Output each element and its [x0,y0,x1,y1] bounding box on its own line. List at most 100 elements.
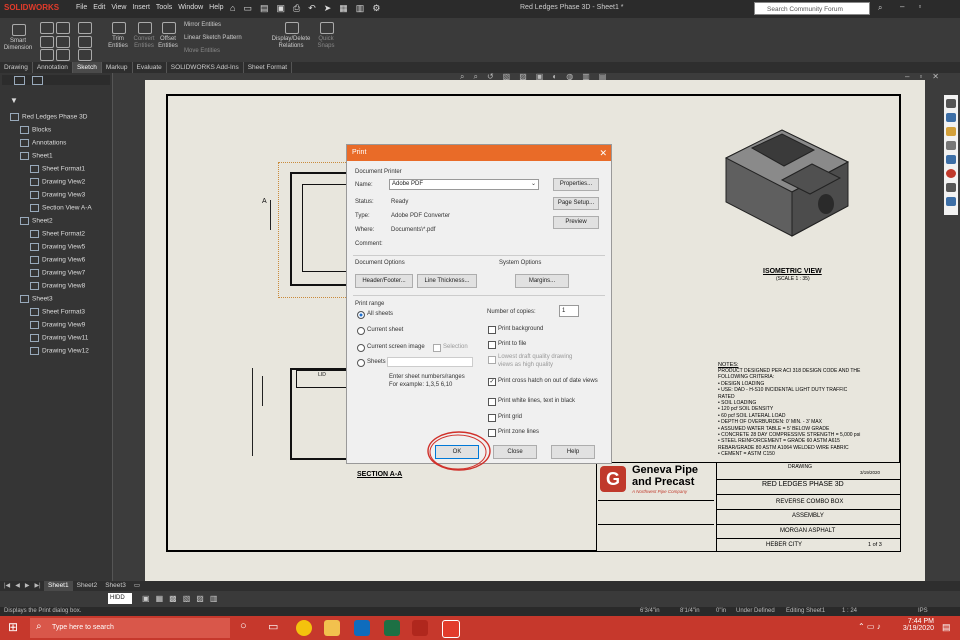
smart-dimension-label[interactable]: Smart Dimension [2,38,34,52]
design-library-icon[interactable] [946,113,956,122]
first-sheet-icon[interactable]: |◀ [4,582,10,589]
tree-item[interactable]: Blocks [20,126,51,134]
file-explorer-icon[interactable] [946,127,956,136]
chevron-down-icon[interactable]: ⌄ [531,180,536,187]
tree-item[interactable]: Sheet Format3 [30,308,85,316]
smart-dimension-icon[interactable] [12,24,26,36]
display-delete-relations-icon[interactable] [285,22,299,34]
printer-name-select[interactable]: Adobe PDF [389,179,539,190]
tab-sketch[interactable]: Sketch [72,62,102,73]
menu-insert[interactable]: Insert [132,4,150,11]
file-properties-icon[interactable]: ▥ [356,3,365,14]
current-sheet-radio[interactable] [357,327,365,335]
property-tab-icon[interactable] [946,155,956,164]
file-explorer-taskbar-icon[interactable] [324,620,340,636]
print-icon[interactable]: ⎙ [293,3,300,14]
page-setup-button[interactable]: Page Setup... [553,197,599,210]
copies-stepper[interactable]: 1 [559,305,579,317]
tree-item[interactable]: Section View A-A [30,204,92,212]
line-icon[interactable] [40,22,54,34]
mirror-entities-label[interactable]: Mirror Entities [184,22,221,29]
close-icon[interactable]: ✕ [599,145,607,161]
slot-icon[interactable] [78,22,92,34]
tab-evaluate[interactable]: Evaluate [133,62,167,73]
shaded-icon[interactable]: ▩ [169,594,177,603]
menu-file[interactable]: File [76,4,87,11]
point-icon[interactable] [56,49,70,61]
tab-annotation[interactable]: Annotation [33,62,73,73]
tree-item[interactable]: Drawing View9 [30,321,85,329]
menu-window[interactable]: Window [178,4,203,11]
tab-solidworks-add-ins[interactable]: SOLIDWORKS Add-Ins [167,62,244,73]
graphics-close-icon[interactable]: ✕ [932,72,939,81]
menu-help[interactable]: Help [209,4,223,11]
add-sheet-icon[interactable]: ▭ [130,581,144,591]
previous-sheet-icon[interactable]: ◀ [15,582,20,589]
print-cross-hatch-checkbox[interactable]: ✓ [488,378,496,386]
trim-entities-icon[interactable] [112,22,126,34]
acrobat-icon[interactable] [412,620,428,636]
lowest-quality-checkbox[interactable] [488,356,496,364]
filter-icon[interactable]: ▼ [10,96,18,105]
rebuild-icon[interactable]: ▦ [339,3,348,14]
tree-root[interactable]: Red Ledges Phase 3D [10,113,87,121]
notifications-icon[interactable]: ▤ [942,622,951,633]
preview-button[interactable]: Preview [553,216,599,229]
open-icon[interactable]: ▤ [260,3,269,14]
print-background-checkbox[interactable] [488,326,496,334]
tree-item[interactable]: Sheet1 [20,152,53,160]
quick-snaps-label[interactable]: Quick Snaps [312,36,340,50]
hidden-lines-select[interactable]: HIDD [108,593,132,604]
linear-sketch-pattern-label[interactable]: Linear Sketch Pattern [184,35,242,42]
home-icon[interactable]: ⌂ [230,3,235,14]
polygon-icon[interactable] [78,36,92,48]
print-white-lines-checkbox[interactable] [488,398,496,406]
sheet-tab-1[interactable]: Sheet1 [44,581,73,591]
search-input[interactable]: Search Community Forum [754,2,870,15]
tree-item[interactable]: Drawing View5 [30,243,85,251]
tree-item[interactable]: Drawing View6 [30,256,85,264]
tree-item[interactable]: Drawing View8 [30,282,85,290]
sheets-range-input[interactable] [387,357,473,367]
tree-item[interactable]: Sheet2 [20,217,53,225]
undo-icon[interactable]: ↶ [308,3,316,14]
options-icon[interactable]: ⚙ [372,3,380,14]
system-tray-icons[interactable]: ⌃ ▭ ♪ [858,622,881,631]
offset-entities-icon[interactable] [162,22,176,34]
selection-checkbox[interactable] [433,344,441,352]
close-button[interactable]: Close [493,445,537,459]
sheet-tab-2[interactable]: Sheet2 [73,581,102,591]
print-grid-checkbox[interactable] [488,414,496,422]
spline-icon[interactable] [40,49,54,61]
windows-start-icon[interactable]: ⊞ [8,620,18,634]
custom-properties-icon[interactable] [946,183,956,192]
search-icon[interactable]: ⌕ [878,3,882,13]
tree-item[interactable]: Sheet3 [20,295,53,303]
help-button[interactable]: Help [551,445,595,459]
move-entities-label[interactable]: Move Entities [184,48,220,55]
cortana-icon[interactable]: ○ [240,620,247,632]
view-palette-icon[interactable] [946,141,956,150]
header-footer-button[interactable]: Header/Footer... [355,274,413,288]
taskbar-search-box[interactable]: ⌕ Type here to search [30,618,230,638]
tab-drawing[interactable]: Drawing [0,62,33,73]
line-thickness-button[interactable]: Line Thickness... [417,274,477,288]
offset-entities-label[interactable]: Offset Entities [154,36,182,50]
quick-snaps-icon[interactable] [320,22,334,34]
display-delete-relations-label[interactable]: Display/Delete Relations [268,36,314,50]
print-to-file-checkbox[interactable] [488,341,496,349]
unit-system[interactable]: IPS [918,608,928,614]
tree-item[interactable]: Sheet Format2 [30,230,85,238]
current-screen-image-radio[interactable] [357,344,365,352]
select-icon[interactable]: ➤ [324,3,332,14]
tree-item[interactable]: Sheet Format1 [30,165,85,173]
property-tab-icon[interactable] [32,76,43,85]
tab-sheet-format[interactable]: Sheet Format [244,62,293,73]
feature-tree-tab-icon[interactable] [14,76,25,85]
outlook-icon[interactable] [354,620,370,636]
tree-item[interactable]: Annotations [20,139,66,147]
properties-button[interactable]: Properties... [553,178,599,191]
tab-markup[interactable]: Markup [102,62,133,73]
minimize-icon[interactable]: – [900,2,904,11]
excel-icon[interactable] [384,620,400,636]
